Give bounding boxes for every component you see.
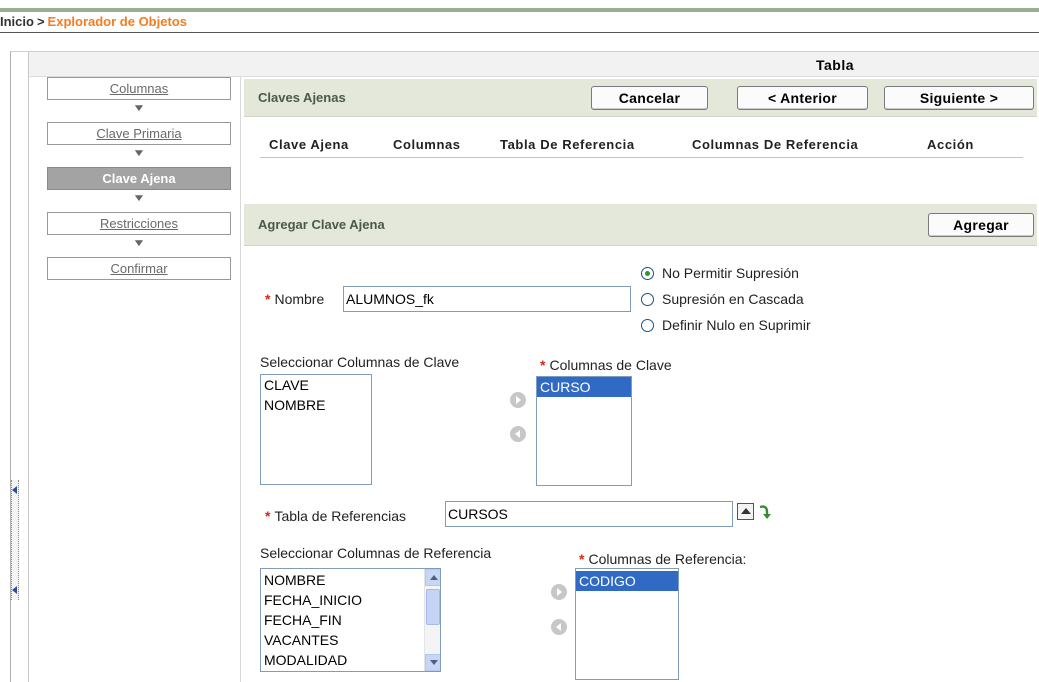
radio-definir-nulo[interactable] [641,319,654,332]
nombre-label: * Nombre [265,291,325,307]
key-columns-label: * Columnas de Clave [540,357,672,373]
breadcrumb-current[interactable]: Explorador de Objetos [48,14,187,29]
select-key-columns-label: Seleccionar Columnas de Clave [260,354,460,370]
previous-button[interactable]: < Anterior [737,86,868,110]
list-item[interactable]: CLAVE [261,375,371,395]
wizard-step-label: Confirmar [110,261,168,276]
key-columns-list[interactable]: CURSO [536,376,632,486]
list-item[interactable]: NOMBRE [261,395,371,415]
wizard-step-columnas[interactable]: Columnas [47,77,231,100]
select-reference-columns-label: Seleccionar Columnas de Referencia [260,545,492,561]
wizard-step-clave-primaria[interactable]: Clave Primaria [47,122,231,145]
radio-label: No Permitir Supresión [662,265,799,281]
refresh-arrow-svg [759,505,771,519]
frame-left-border [28,52,29,682]
list-of-values-icon[interactable] [737,503,754,520]
wizard-step-restricciones[interactable]: Restricciones [47,212,231,235]
required-icon: * [540,357,546,373]
wizard-step-confirmar[interactable]: Confirmar [47,257,231,280]
chevron-down-icon: ▼ [132,103,146,114]
list-item[interactable]: MODALIDAD [261,650,440,670]
breadcrumb: Inicio > Explorador de Objetos [0,14,187,29]
section-title-agregar-clave-ajena: Agregar Clave Ajena [258,217,385,232]
column-header-columnas: Columnas [393,137,461,152]
table-header-divider [260,157,1023,158]
section-title-claves-ajenas: Claves Ajenas [258,90,346,105]
list-item[interactable]: FECHA_FIN [261,610,440,630]
collapse-left-icon [12,486,17,494]
radio-label: Definir Nulo en Suprimir [662,317,811,333]
move-left-icon[interactable] [551,619,567,635]
breadcrumb-separator: > [36,14,45,29]
chevron-down-icon: ▼ [132,148,146,159]
column-header-clave-ajena: Clave Ajena [269,137,349,152]
list-item[interactable]: CURSO [537,377,631,397]
scroll-up-icon[interactable] [425,569,440,586]
chevron-down-icon: ▼ [132,193,146,204]
column-header-tabla-referencia: Tabla De Referencia [500,137,635,152]
wizard-step-label: Clave Primaria [96,126,182,141]
nombre-input[interactable] [343,286,631,312]
collapse-left-icon [12,586,17,594]
page-title: Tabla [816,57,855,73]
move-right-icon[interactable] [551,584,567,600]
radio-supresion-cascada[interactable] [641,293,654,306]
required-icon: * [579,551,585,567]
content-divider [240,77,241,682]
wizard-step-label: Restricciones [99,216,179,231]
next-button[interactable]: Siguiente > [884,86,1034,110]
sidebar-collapse-handle[interactable] [11,480,19,600]
reference-columns-label: * Columnas de Referencia: [579,551,747,567]
breadcrumb-home[interactable]: Inicio [0,14,34,29]
wizard-step-clave-ajena: Clave Ajena [47,167,231,190]
scroll-thumb[interactable] [426,589,440,625]
scroll-down-icon[interactable] [425,654,440,671]
chevron-down-icon: ▼ [132,238,146,249]
reference-columns-list[interactable]: CODIGO [575,568,679,680]
available-reference-columns-list[interactable]: NOMBRE FECHA_INICIO FECHA_FIN VACANTES M… [260,568,441,672]
add-button[interactable]: Agregar [928,213,1034,237]
top-border [0,8,1039,12]
radio-no-permitir-supresion[interactable] [641,267,654,280]
required-icon: * [265,508,271,524]
move-right-icon[interactable] [510,392,526,408]
radio-label: Supresión en Cascada [662,291,804,307]
available-key-columns-list[interactable]: CLAVE NOMBRE [260,374,372,485]
refresh-arrow-icon[interactable] [756,502,776,522]
reference-table-input[interactable] [445,501,733,527]
list-item[interactable]: VACANTES [261,630,440,650]
list-item[interactable]: NOMBRE [261,570,440,590]
wizard-step-label: Clave Ajena [102,171,176,186]
breadcrumb-divider [0,32,1039,33]
wizard-step-label: Columnas [109,81,169,96]
list-item[interactable]: CODIGO [576,571,678,591]
list-item[interactable]: FECHA_INICIO [261,590,440,610]
reference-table-label: * Tabla de Referencias [265,508,406,524]
required-icon: * [265,291,271,307]
cancel-button[interactable]: Cancelar [591,86,708,110]
move-left-icon[interactable] [510,426,526,442]
list-scrollbar[interactable] [424,569,440,671]
column-header-columnas-referencia: Columnas De Referencia [692,137,859,152]
column-header-accion: Acción [927,137,974,152]
title-bar [28,52,1039,77]
